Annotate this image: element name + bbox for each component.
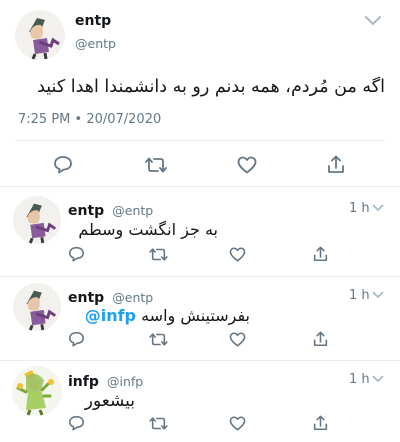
retweet-icon[interactable] (149, 416, 168, 431)
handle[interactable]: @entp (75, 36, 116, 51)
divider (0, 186, 400, 187)
share-icon[interactable] (313, 415, 328, 431)
reply-time[interactable]: 1 h (349, 372, 370, 387)
handle[interactable]: @entp (112, 290, 153, 305)
reply-icon[interactable] (68, 415, 85, 431)
like-icon[interactable] (229, 247, 246, 262)
timestamp[interactable]: 7:25 PM • 20/07/2020 (18, 112, 161, 127)
like-icon[interactable] (229, 416, 246, 431)
tweet-text: اگه من مُردم، همه بدنم رو به دانشمندا اه… (37, 77, 385, 97)
chevron-down-icon[interactable] (372, 375, 384, 383)
reply-time[interactable]: 1 h (349, 201, 370, 216)
entp-character-avatar (13, 196, 61, 244)
divider (0, 360, 400, 361)
handle[interactable]: @entp (112, 203, 153, 218)
entp-character-avatar (13, 283, 61, 331)
reply-text: بیشعور (84, 391, 135, 411)
reply-icon[interactable] (68, 331, 85, 347)
retweet-icon[interactable] (149, 332, 168, 347)
display-name[interactable]: entp (68, 203, 104, 219)
reply-text: بفرستینش واسه @infp (70, 305, 250, 327)
like-icon[interactable] (229, 332, 246, 347)
display-name[interactable]: entp (75, 13, 111, 29)
handle[interactable]: @infp (107, 374, 143, 389)
share-icon[interactable] (313, 246, 328, 262)
display-name[interactable]: infp (68, 374, 99, 390)
reply-header: infp @infp (68, 371, 143, 390)
chevron-down-icon[interactable] (372, 204, 384, 212)
chevron-down-icon[interactable] (364, 15, 382, 27)
divider (15, 140, 385, 141)
avatar[interactable] (15, 10, 65, 60)
share-icon[interactable] (327, 155, 345, 174)
retweet-icon[interactable] (149, 247, 168, 262)
avatar[interactable] (12, 366, 62, 416)
mention-link[interactable]: @infp (85, 306, 136, 325)
retweet-icon[interactable] (145, 156, 167, 174)
display-name[interactable]: entp (68, 290, 104, 306)
avatar[interactable] (13, 283, 61, 331)
reply-time[interactable]: 1 h (349, 288, 370, 303)
reply-text: به جز انگشت وسطم (78, 220, 218, 239)
like-icon[interactable] (237, 156, 257, 174)
reply-header: entp @entp (68, 200, 153, 219)
chevron-down-icon[interactable] (372, 291, 384, 299)
share-icon[interactable] (313, 331, 328, 347)
avatar[interactable] (13, 196, 61, 244)
entp-character-avatar (15, 10, 65, 60)
infp-character-avatar (12, 366, 62, 416)
reply-icon[interactable] (53, 155, 73, 174)
reply-header: entp @entp (68, 287, 153, 306)
reply-icon[interactable] (68, 246, 85, 262)
reply-text-body: بفرستینش واسه (136, 306, 250, 325)
divider (0, 276, 400, 277)
